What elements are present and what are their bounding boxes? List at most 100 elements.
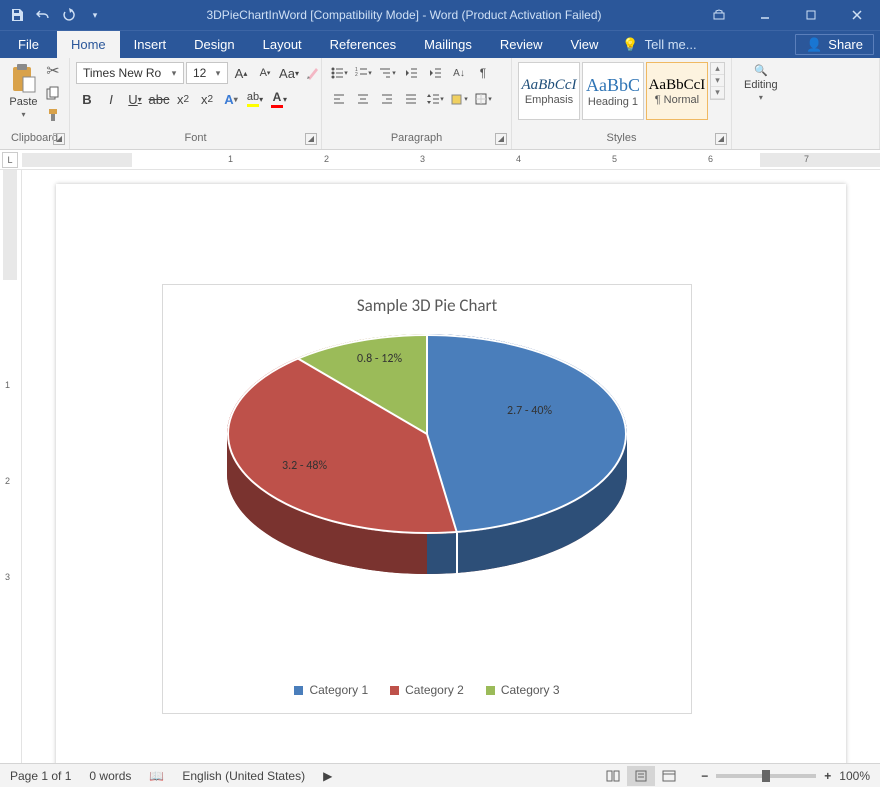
zoom-out-icon[interactable]: − <box>701 769 708 783</box>
read-mode-icon[interactable] <box>599 766 627 786</box>
clipboard-dialog-icon[interactable]: ◢ <box>53 133 65 145</box>
superscript-button[interactable]: x2 <box>196 88 218 110</box>
zoom-level[interactable]: 100% <box>839 769 870 783</box>
styles-dialog-icon[interactable]: ◢ <box>715 133 727 145</box>
font-size-combo[interactable]: 12▾ <box>186 62 228 84</box>
style-normal[interactable]: AaBbCcI¶ Normal <box>646 62 708 120</box>
tab-references[interactable]: References <box>316 31 410 58</box>
style-emphasis[interactable]: AaBbCcIEmphasis <box>518 62 580 120</box>
ruler-vertical[interactable]: 1 2 3 <box>0 170 22 763</box>
tab-design[interactable]: Design <box>180 31 248 58</box>
chart-legend: Category 1 Category 2 Category 3 <box>163 683 691 697</box>
zoom-in-icon[interactable]: + <box>824 769 831 783</box>
pie-3d: 2.7 - 40% 3.2 - 48% 0.8 - 12% <box>227 334 627 594</box>
text-effects-icon[interactable]: A▾ <box>220 88 242 110</box>
save-icon[interactable] <box>6 4 28 26</box>
grow-font-icon[interactable]: A▴ <box>230 62 252 84</box>
group-paragraph: ▾ 12▾ ▾ A↓ ¶ ▾ ▾ ▾ Paragraph◢ <box>322 58 512 149</box>
ruler-mark: 4 <box>516 154 521 164</box>
chart-object[interactable]: Sample 3D Pie Chart <box>162 284 692 714</box>
show-marks-icon[interactable]: ¶ <box>472 62 494 84</box>
status-words[interactable]: 0 words <box>89 769 131 783</box>
font-dialog-icon[interactable]: ◢ <box>305 133 317 145</box>
document-area: 1 2 3 Sample 3D Pie Chart <box>0 170 880 763</box>
shrink-font-icon[interactable]: A▾ <box>254 62 276 84</box>
share-icon: 👤 <box>806 37 822 53</box>
numbering-icon[interactable]: 12▾ <box>352 62 374 84</box>
editing-button[interactable]: 🔍 Editing ▾ <box>738 62 784 104</box>
style-heading1[interactable]: AaBbCHeading 1 <box>582 62 644 120</box>
tab-review[interactable]: Review <box>486 31 557 58</box>
align-center-icon[interactable] <box>352 88 374 110</box>
strikethrough-button[interactable]: abc <box>148 88 170 110</box>
paste-label: Paste <box>9 96 37 108</box>
status-page[interactable]: Page 1 of 1 <box>10 769 71 783</box>
align-right-icon[interactable] <box>376 88 398 110</box>
maximize-icon[interactable] <box>788 0 834 30</box>
tab-selector-icon[interactable]: L <box>2 152 18 168</box>
paste-button[interactable]: Paste ▾ <box>6 62 41 119</box>
close-icon[interactable] <box>834 0 880 30</box>
copy-icon[interactable] <box>43 84 63 102</box>
sort-icon[interactable]: A↓ <box>448 62 470 84</box>
macro-icon[interactable]: ▶ <box>323 769 332 783</box>
italic-button[interactable]: I <box>100 88 122 110</box>
print-layout-icon[interactable] <box>627 766 655 786</box>
undo-icon[interactable] <box>32 4 54 26</box>
tab-file[interactable]: File <box>0 31 57 58</box>
ribbon: Paste ▾ ✂ Clipboard◢ Times New Ro▾ 12▾ A… <box>0 58 880 150</box>
group-label-clipboard: Clipboard <box>11 132 58 144</box>
styles-more-icon[interactable]: ▾ <box>711 87 724 99</box>
increase-indent-icon[interactable] <box>424 62 446 84</box>
justify-icon[interactable] <box>400 88 422 110</box>
ribbon-options-icon[interactable] <box>696 0 742 30</box>
scroll-up-icon[interactable]: ▴ <box>711 63 724 75</box>
spellcheck-icon[interactable]: 📖 <box>149 769 164 783</box>
bold-button[interactable]: B <box>76 88 98 110</box>
borders-icon[interactable]: ▾ <box>472 88 494 110</box>
align-left-icon[interactable] <box>328 88 350 110</box>
font-size-text: 12 <box>193 66 206 80</box>
group-font: Times New Ro▾ 12▾ A▴ A▾ Aa▾ B I U▾ abc x… <box>70 58 322 149</box>
ruler-mark: 5 <box>612 154 617 164</box>
change-case-icon[interactable]: Aa▾ <box>278 62 300 84</box>
font-color-icon[interactable]: A▾ <box>268 88 290 110</box>
tell-me[interactable]: 💡 Tell me... <box>612 31 706 58</box>
clear-formatting-icon[interactable] <box>302 62 324 84</box>
share-button[interactable]: 👤 Share <box>795 34 874 55</box>
format-painter-icon[interactable] <box>43 106 63 124</box>
tab-insert[interactable]: Insert <box>120 31 181 58</box>
qat-customize-icon[interactable]: ▾ <box>84 4 106 26</box>
tab-home[interactable]: Home <box>57 31 120 58</box>
tab-layout[interactable]: Layout <box>249 31 316 58</box>
paragraph-dialog-icon[interactable]: ◢ <box>495 133 507 145</box>
zoom-slider[interactable] <box>716 774 816 778</box>
data-label-1: 2.7 - 40% <box>507 404 552 418</box>
status-language[interactable]: English (United States) <box>182 769 305 783</box>
highlight-icon[interactable]: ab▾ <box>244 88 266 110</box>
status-bar: Page 1 of 1 0 words 📖 English (United St… <box>0 763 880 787</box>
bullets-icon[interactable]: ▾ <box>328 62 350 84</box>
line-spacing-icon[interactable]: ▾ <box>424 88 446 110</box>
legend-swatch <box>294 686 303 695</box>
page[interactable]: Sample 3D Pie Chart <box>56 184 846 763</box>
web-layout-icon[interactable] <box>655 766 683 786</box>
ruler-mark: 2 <box>5 476 10 486</box>
styles-scroll[interactable]: ▴▾▾ <box>710 62 725 100</box>
shading-icon[interactable]: ▾ <box>448 88 470 110</box>
cut-icon[interactable]: ✂ <box>43 62 63 80</box>
scroll-down-icon[interactable]: ▾ <box>711 75 724 87</box>
decrease-indent-icon[interactable] <box>400 62 422 84</box>
ruler-mark: 7 <box>804 154 809 164</box>
underline-button[interactable]: U▾ <box>124 88 146 110</box>
window-title: 3DPieChartInWord [Compatibility Mode] - … <box>112 8 696 22</box>
tab-mailings[interactable]: Mailings <box>410 31 486 58</box>
subscript-button[interactable]: x2 <box>172 88 194 110</box>
ruler-horizontal[interactable]: L 1 2 3 4 5 6 7 <box>0 150 880 170</box>
multilevel-list-icon[interactable]: ▾ <box>376 62 398 84</box>
font-name-combo[interactable]: Times New Ro▾ <box>76 62 184 84</box>
minimize-icon[interactable] <box>742 0 788 30</box>
tab-view[interactable]: View <box>556 31 612 58</box>
redo-icon[interactable] <box>58 4 80 26</box>
legend-label: Category 2 <box>405 683 464 697</box>
